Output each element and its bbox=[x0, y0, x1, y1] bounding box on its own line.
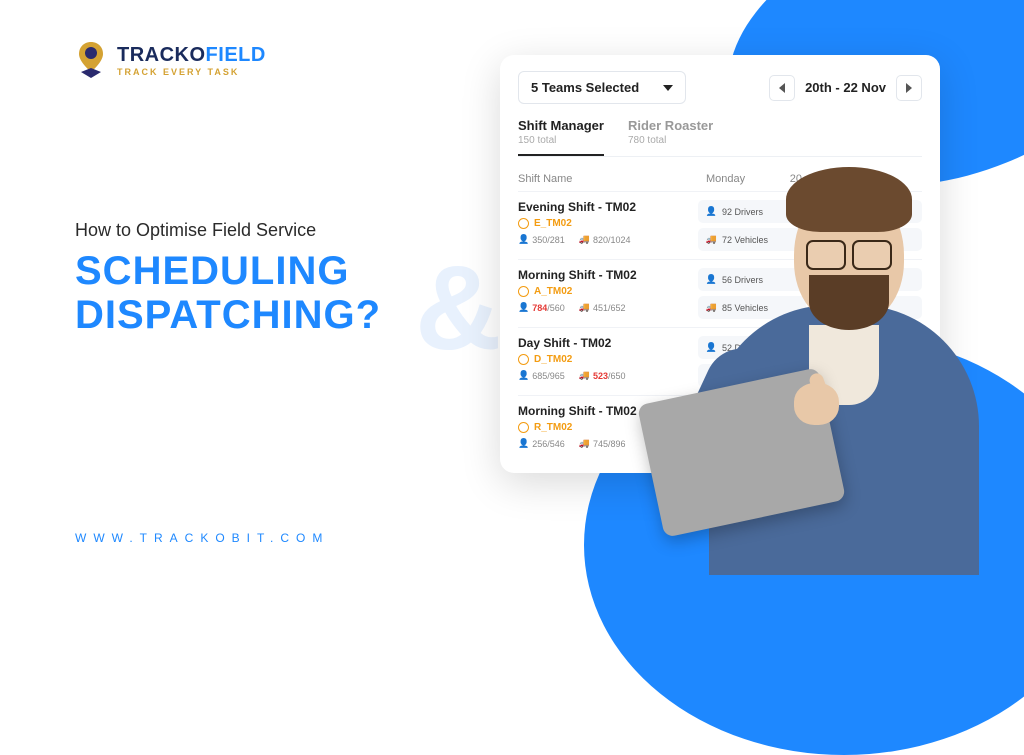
brand-logo: TRACKOFIELD TRACK EVERY TASK bbox=[75, 40, 266, 80]
truck-stat: 🚚451/652 bbox=[579, 302, 626, 313]
truck-stat: 🚚745/896 bbox=[579, 438, 626, 449]
person-hair bbox=[786, 167, 912, 232]
shift-code: R_TM02 bbox=[534, 422, 572, 433]
chevron-down-icon bbox=[663, 85, 673, 91]
shift-title: Evening Shift - TM02 bbox=[518, 200, 698, 214]
chevron-right-icon bbox=[906, 83, 912, 93]
tab-subtitle: 150 total bbox=[518, 135, 604, 146]
person-icon: 👤 bbox=[518, 438, 529, 449]
date-range-label: 20th - 22 Nov bbox=[803, 80, 888, 95]
dropdown-label: 5 Teams Selected bbox=[531, 80, 639, 95]
logo-pin-icon bbox=[75, 40, 107, 80]
people-stat: 👤350/281 bbox=[518, 234, 565, 245]
teams-dropdown[interactable]: 5 Teams Selected bbox=[518, 71, 686, 104]
shift-info: Evening Shift - TM02 E_TM02 👤350/281 🚚820/1… bbox=[518, 200, 698, 251]
tab-shift-manager[interactable]: Shift Manager 150 total bbox=[518, 118, 604, 156]
radio-icon bbox=[518, 422, 529, 433]
shift-code-row[interactable]: A_TM02 bbox=[518, 286, 698, 297]
person-icon: 👤 bbox=[518, 234, 529, 245]
shift-code: A_TM02 bbox=[534, 286, 572, 297]
truck-icon: 🚚 bbox=[579, 234, 590, 245]
shift-info: Morning Shift - TM02 A_TM02 👤784/560 🚚451/6… bbox=[518, 268, 698, 319]
radio-icon bbox=[518, 218, 529, 229]
truck-icon: 🚚 bbox=[579, 438, 590, 449]
chevron-left-icon bbox=[779, 83, 785, 93]
date-navigator: 20th - 22 Nov bbox=[769, 75, 922, 101]
headline-intro: How to Optimise Field Service bbox=[75, 220, 495, 241]
radio-icon bbox=[518, 354, 529, 365]
shift-code-row[interactable]: D_TM02 bbox=[518, 354, 698, 365]
shift-code: E_TM02 bbox=[534, 218, 572, 229]
person-icon: 👤 bbox=[518, 370, 529, 381]
people-stat: 👤685/965 bbox=[518, 370, 565, 381]
truck-icon: 🚚 bbox=[579, 370, 590, 381]
truck-stat: 🚚820/1024 bbox=[579, 234, 631, 245]
shift-title: Day Shift - TM02 bbox=[518, 336, 698, 350]
shift-code-row[interactable]: E_TM02 bbox=[518, 218, 698, 229]
brand-name: TRACKOFIELD bbox=[117, 44, 266, 67]
people-stat: 👤784/560 bbox=[518, 302, 565, 313]
brand-tagline: TRACK EVERY TASK bbox=[117, 67, 266, 77]
tab-title: Shift Manager bbox=[518, 118, 604, 133]
person-head bbox=[794, 185, 904, 325]
column-header-shift: Shift Name bbox=[518, 167, 698, 191]
person-hand bbox=[794, 383, 839, 425]
person-icon: 👤 bbox=[518, 302, 529, 313]
shift-title: Morning Shift - TM02 bbox=[518, 268, 698, 282]
tab-title: Rider Roaster bbox=[628, 118, 713, 133]
date-prev-button[interactable] bbox=[769, 75, 795, 101]
date-next-button[interactable] bbox=[896, 75, 922, 101]
people-stat: 👤256/546 bbox=[518, 438, 565, 449]
truck-icon: 🚚 bbox=[579, 302, 590, 313]
headline-block: & How to Optimise Field Service SCHEDULI… bbox=[75, 220, 495, 337]
shift-info: Day Shift - TM02 D_TM02 👤685/965 🚚523/650 bbox=[518, 336, 698, 387]
truck-stat: 🚚523/650 bbox=[579, 370, 626, 381]
person-illustration bbox=[679, 145, 1009, 575]
shift-code: D_TM02 bbox=[534, 354, 572, 365]
radio-icon bbox=[518, 286, 529, 297]
headline-main: SCHEDULING DISPATCHING? bbox=[75, 249, 495, 337]
glasses-icon bbox=[806, 240, 892, 266]
person-beard bbox=[809, 275, 889, 330]
footer-url: WWW.TRACKOBIT.COM bbox=[75, 531, 329, 545]
